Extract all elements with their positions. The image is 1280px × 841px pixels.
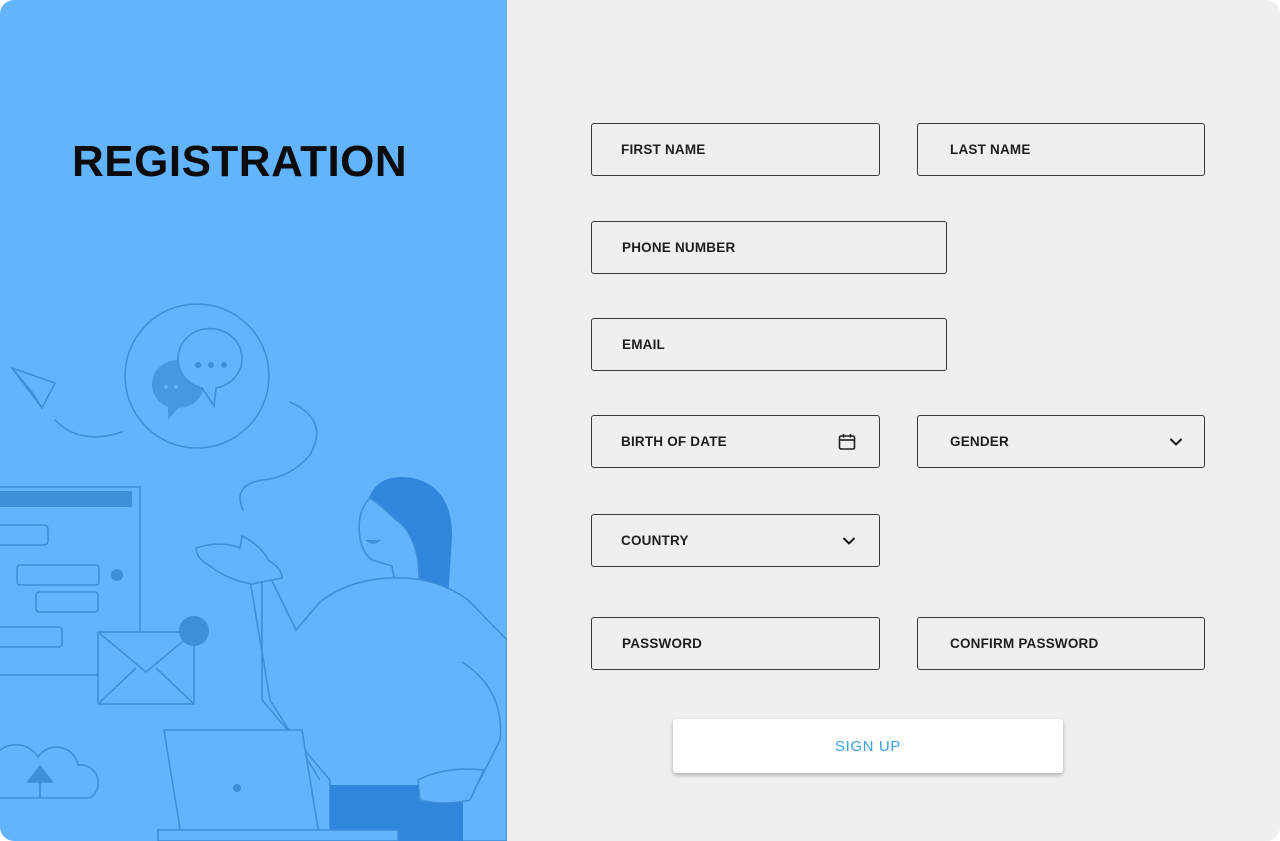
first-name-placeholder: FIRST NAME	[621, 142, 706, 157]
gender-select[interactable]: GENDER	[917, 415, 1205, 468]
first-name-field[interactable]: FIRST NAME	[591, 123, 880, 176]
last-name-field[interactable]: LAST NAME	[917, 123, 1205, 176]
paper-plane-icon	[11, 367, 56, 409]
chevron-down-icon	[839, 531, 859, 551]
password-field[interactable]: PASSWORD	[591, 617, 880, 670]
hero-panel: REGISTRATION	[0, 0, 507, 841]
calendar-icon[interactable]	[837, 432, 857, 452]
cloud-upload-icon	[0, 744, 100, 799]
password-placeholder: PASSWORD	[622, 636, 703, 651]
confirm-password-placeholder: CONFIRM PASSWORD	[950, 636, 1099, 651]
last-name-placeholder: LAST NAME	[950, 142, 1031, 157]
email-field[interactable]: EMAIL	[591, 318, 947, 371]
chevron-down-icon	[1166, 432, 1186, 452]
birth-date-field[interactable]: BIRTH OF DATE	[591, 415, 880, 468]
country-placeholder: COUNTRY	[621, 533, 689, 548]
phone-number-field[interactable]: PHONE NUMBER	[591, 221, 947, 274]
sign-up-button[interactable]: SIGN UP	[673, 719, 1063, 773]
birth-date-placeholder: BIRTH OF DATE	[621, 434, 727, 449]
phone-number-placeholder: PHONE NUMBER	[622, 240, 736, 255]
chat-bubbles-icon	[151, 327, 243, 420]
registration-illustration	[0, 303, 507, 841]
confirm-password-field[interactable]: CONFIRM PASSWORD	[917, 617, 1205, 670]
email-placeholder: EMAIL	[622, 337, 665, 352]
country-select[interactable]: COUNTRY	[591, 514, 880, 567]
gender-placeholder: GENDER	[950, 434, 1009, 449]
registration-window: REGISTRATION FIRST NAME LAST NAME PHONE …	[0, 0, 1280, 841]
